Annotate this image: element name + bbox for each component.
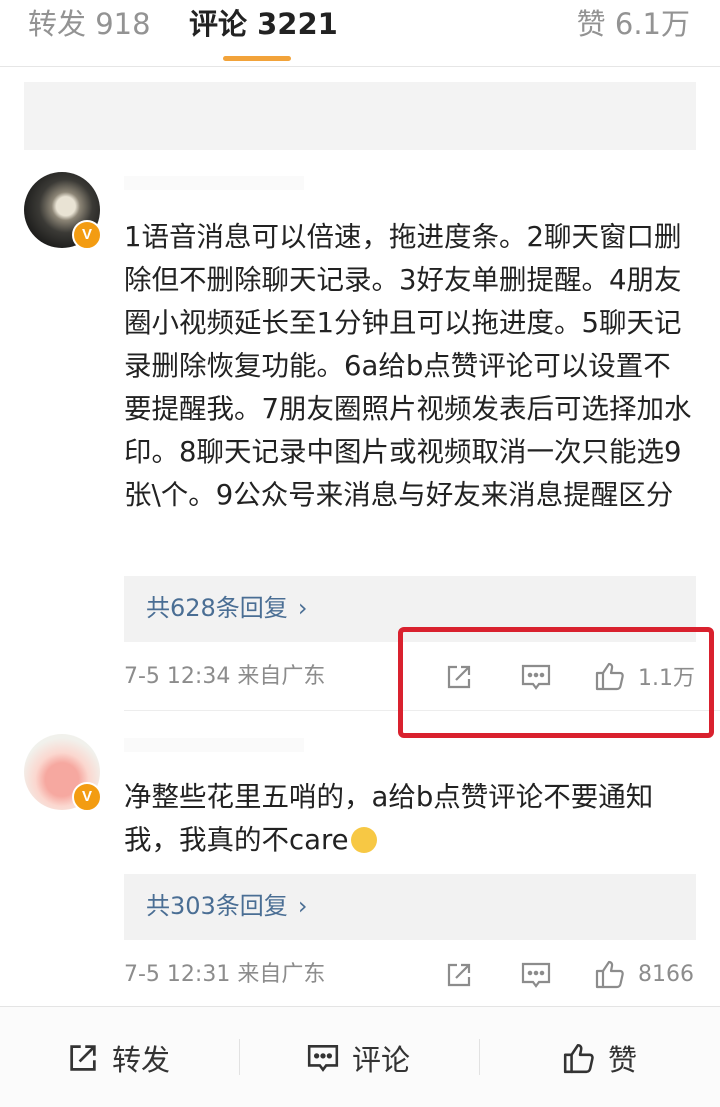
bottom-action-bar: 转发 评论 赞	[0, 1006, 720, 1107]
share-icon	[70, 1045, 96, 1071]
comment-timestamp: 7-5 12:34 来自广东	[124, 664, 326, 689]
separator	[239, 1039, 240, 1075]
replies-label: 共303条回复 ›	[146, 888, 307, 924]
thumbs-up-icon	[563, 1043, 594, 1074]
comment-timestamp: 7-5 12:31 来自广东	[124, 962, 326, 987]
repost-label: 转发	[112, 1043, 171, 1077]
thumbs-up-icon	[595, 960, 624, 989]
tab-comment[interactable]: 评论 3221	[189, 6, 338, 42]
like-button[interactable]: 8166	[594, 958, 694, 990]
comment-button[interactable]: 评论	[306, 1037, 410, 1079]
share-button[interactable]	[444, 960, 474, 990]
active-tab-indicator	[223, 56, 291, 61]
comment-icon	[307, 1045, 339, 1072]
like-button[interactable]: 赞	[562, 1037, 637, 1079]
replies-link[interactable]: 共303条回复 ›	[124, 874, 696, 940]
chevron-right-icon: ›	[297, 892, 308, 920]
like-count: 8166	[638, 961, 694, 987]
like-label: 赞	[608, 1043, 638, 1077]
thinking-emoji-icon	[350, 827, 377, 853]
comment-label: 评论	[352, 1043, 411, 1077]
comment-text: 净整些花里五哨的，a给b点赞评论不要通知我，我真的不care	[124, 781, 654, 856]
tab-repost[interactable]: 转发 918	[28, 6, 151, 42]
avatar[interactable]: V	[24, 734, 102, 812]
highlight-annotation	[398, 627, 714, 738]
tab-like[interactable]: 赞 6.1万	[577, 6, 690, 42]
comment-icon	[521, 962, 551, 988]
verified-badge-icon: V	[72, 220, 102, 250]
avatar[interactable]: V	[24, 172, 102, 250]
comment-text: 1语音消息可以倍速，拖进度条。2聊天窗口删除但不删除聊天记录。3好友单删提醒。4…	[124, 221, 692, 511]
replies-label: 共628条回复 ›	[146, 590, 307, 626]
reply-button[interactable]	[520, 960, 552, 990]
tab-bar: 转发 918 评论 3221 赞 6.1万	[0, 0, 720, 67]
username-placeholder	[124, 738, 304, 752]
repost-button[interactable]: 转发	[66, 1037, 170, 1079]
chevron-right-icon: ›	[297, 594, 308, 622]
username-placeholder	[124, 176, 304, 190]
verified-badge-icon: V	[72, 782, 102, 812]
share-icon	[447, 963, 471, 987]
sort-bar-placeholder	[24, 82, 696, 150]
separator	[479, 1039, 480, 1075]
